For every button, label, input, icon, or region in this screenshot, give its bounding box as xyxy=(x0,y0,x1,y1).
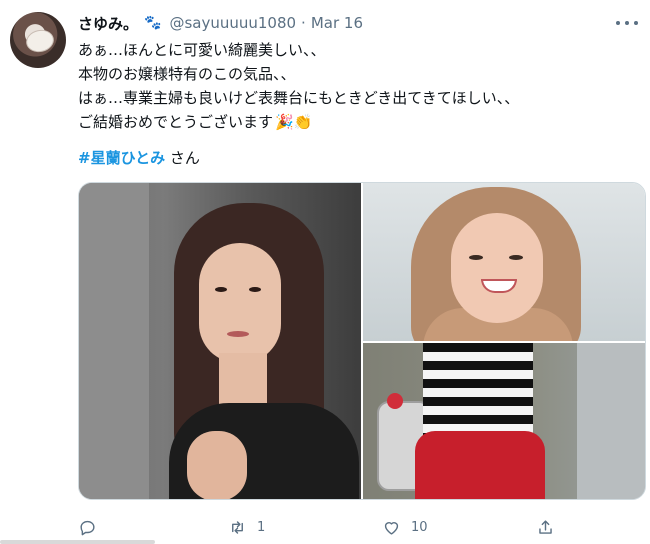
party-clap-emoji: 🎉👏 xyxy=(275,113,313,131)
hashtag-suffix: さん xyxy=(165,149,200,167)
tweet-line-with-emoji: ご結婚おめでとうございます 🎉👏 xyxy=(78,110,638,134)
media-grid xyxy=(78,182,646,500)
hashtag-link[interactable]: #星蘭ひとみ xyxy=(78,149,165,167)
hashtag-line: #星蘭ひとみ さん xyxy=(78,146,200,170)
share-icon xyxy=(539,519,552,534)
display-name[interactable]: さゆみ。 xyxy=(78,13,138,34)
photo-portrait-dark-hair[interactable] xyxy=(79,183,361,499)
like-icon xyxy=(384,521,399,535)
avatar-badge xyxy=(24,27,56,55)
retweet-button[interactable]: 1 xyxy=(228,512,265,542)
tweet-line: 本物のお嬢様特有のこの気品、、 xyxy=(78,65,296,83)
tweet-header: さゆみ。 🐾 @sayuuuuu1080 · Mar 16 xyxy=(78,12,363,34)
retweet-count: 1 xyxy=(257,519,266,535)
more-icon[interactable] xyxy=(616,14,638,32)
separator-dot: · xyxy=(301,14,306,32)
tweet-line: ご結婚おめでとうございます xyxy=(78,113,274,131)
retweet-icon xyxy=(232,520,243,534)
tweet-card[interactable]: さゆみ。 🐾 @sayuuuuu1080 · Mar 16 あぁ…ほんとに可愛い… xyxy=(0,0,650,544)
tweet-date[interactable]: Mar 16 xyxy=(311,14,363,32)
tweet-text: あぁ…ほんとに可愛い綺麗美しい、、 本物のお嬢様特有のこの気品、、 はぁ…専業主… xyxy=(78,38,638,134)
like-count: 10 xyxy=(411,519,428,535)
tweet-line: あぁ…ほんとに可愛い綺麗美しい、、 xyxy=(78,41,326,59)
paw-icon: 🐾 xyxy=(144,15,162,31)
reply-icon xyxy=(80,520,95,535)
photo-striped-sweater[interactable] xyxy=(363,343,645,499)
horizontal-scrollbar[interactable] xyxy=(0,540,155,544)
share-button[interactable] xyxy=(536,512,565,542)
photo-smiling-woman[interactable] xyxy=(363,183,645,341)
user-handle[interactable]: @sayuuuuu1080 xyxy=(169,14,296,32)
like-button[interactable]: 10 xyxy=(382,512,428,542)
tweet-line: はぁ…専業主婦も良いけど表舞台にもときどき出てきてほしい、、 xyxy=(78,89,520,107)
reply-button[interactable] xyxy=(78,512,107,542)
tweet-actions: 1 10 xyxy=(78,512,578,542)
avatar[interactable] xyxy=(10,12,66,68)
